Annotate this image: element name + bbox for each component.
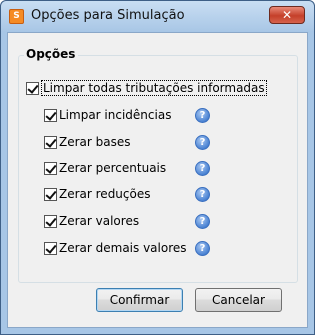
- dialog-body: Opções Limpar todas tributações informad…: [7, 32, 308, 328]
- help-icon[interactable]: ?: [195, 214, 210, 229]
- help-icon[interactable]: ?: [195, 108, 210, 123]
- window-title: Opções para Simulação: [31, 8, 185, 23]
- checkbox-label: Zerar percentuais: [59, 161, 167, 175]
- help-icon[interactable]: ?: [195, 241, 210, 256]
- app-icon: S: [9, 9, 24, 24]
- help-icon[interactable]: ?: [195, 161, 210, 176]
- checkbox-label: Zerar bases: [59, 135, 131, 149]
- checkbox-box[interactable]: [44, 241, 57, 255]
- checkbox-label: Zerar demais valores: [59, 241, 187, 255]
- checkbox-box[interactable]: [44, 214, 57, 228]
- checkbox-label: Limpar todas tributações informadas: [41, 80, 267, 96]
- title-bar[interactable]: S Opções para Simulação ✕: [1, 1, 314, 31]
- checkbox-zerar-demais-valores[interactable]: Zerar demais valores: [44, 240, 187, 256]
- checkbox-limpar-todas[interactable]: Limpar todas tributações informadas: [26, 80, 267, 96]
- close-button[interactable]: ✕: [269, 6, 305, 24]
- checkbox-box[interactable]: [44, 161, 57, 175]
- help-icon[interactable]: ?: [195, 187, 210, 202]
- checkbox-label: Zerar valores: [59, 214, 140, 228]
- checkbox-box[interactable]: [44, 108, 57, 122]
- dialog-window: S Opções para Simulação ✕ Opções Limpar …: [0, 0, 315, 335]
- checkbox-box[interactable]: [44, 187, 57, 201]
- help-icon[interactable]: ?: [195, 135, 210, 150]
- checkbox-box[interactable]: [44, 135, 57, 149]
- options-group-title: Opções: [24, 47, 79, 61]
- checkbox-zerar-valores[interactable]: Zerar valores: [44, 213, 139, 229]
- checkbox-zerar-bases[interactable]: Zerar bases: [44, 134, 131, 150]
- checkbox-box[interactable]: [26, 81, 39, 95]
- confirm-button[interactable]: Confirmar: [96, 288, 183, 312]
- checkbox-label: Limpar incidências: [59, 108, 172, 122]
- checkbox-zerar-reducoes[interactable]: Zerar reduções: [44, 186, 151, 202]
- cancel-button[interactable]: Cancelar: [195, 288, 282, 312]
- checkbox-label: Zerar reduções: [59, 187, 151, 201]
- checkbox-limpar-incidencias[interactable]: Limpar incidências: [44, 107, 171, 123]
- checkbox-zerar-percentuais[interactable]: Zerar percentuais: [44, 160, 166, 176]
